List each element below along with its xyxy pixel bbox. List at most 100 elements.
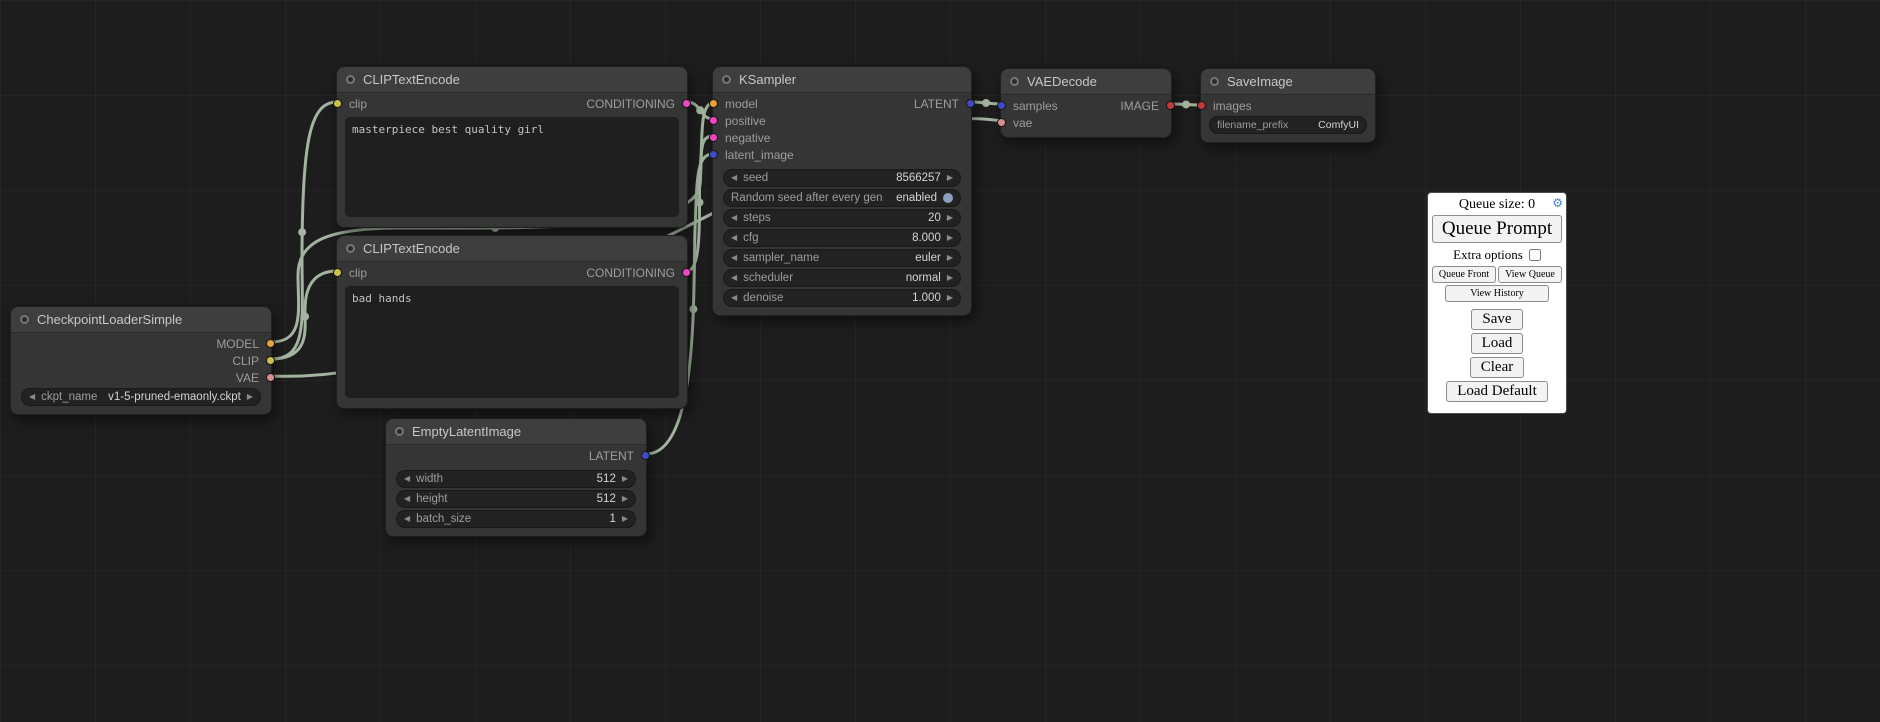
node-title-bar[interactable]: KSampler [713,67,971,93]
clip-output-dot-icon[interactable] [266,356,275,365]
increment-arrow-icon[interactable]: ▶ [947,174,953,182]
conditioning-output-dot-icon[interactable] [682,99,691,108]
input-slot-model[interactable]: model [713,97,758,111]
collapse-dot-icon[interactable] [20,315,29,324]
widget-cfg[interactable]: ◀ cfg 8.000 ▶ [723,229,961,247]
node-title-bar[interactable]: SaveImage [1201,69,1375,95]
input-slot-latent-image[interactable]: latent_image [713,148,794,162]
queue-front-button[interactable]: Queue Front [1432,266,1496,283]
output-slot-latent[interactable]: LATENT [914,97,971,111]
widget-scheduler[interactable]: ◀ scheduler normal ▶ [723,269,961,287]
negative-input-dot-icon[interactable] [709,133,718,142]
input-slot-negative[interactable]: negative [713,131,770,145]
clear-button[interactable]: Clear [1470,357,1524,378]
output-slot-vae[interactable]: VAE [236,371,271,385]
model-input-dot-icon[interactable] [709,99,718,108]
output-slot-model[interactable]: MODEL [216,337,271,351]
output-slot-latent[interactable]: LATENT [589,449,646,463]
widget-ckpt-name[interactable]: ◀ ckpt_name v1-5-pruned-emaonly.ckpt ▶ [21,388,261,406]
load-default-button[interactable]: Load Default [1446,381,1548,402]
increment-arrow-icon[interactable]: ▶ [947,294,953,302]
queue-prompt-button[interactable]: Queue Prompt [1432,215,1562,243]
image-output-dot-icon[interactable] [1166,101,1175,110]
decrement-arrow-icon[interactable]: ◀ [404,495,410,503]
input-slot-images[interactable]: images [1201,99,1252,113]
extra-options-checkbox[interactable] [1529,249,1541,261]
node-cliptextencode-negative[interactable]: CLIPTextEncode clip CONDITIONING bad han… [336,235,688,409]
widget-filename-prefix[interactable]: filename_prefix ComfyUI [1209,116,1367,134]
prompt-textarea[interactable]: bad hands [345,286,679,398]
input-slot-positive[interactable]: positive [713,114,766,128]
widget-random-seed-toggle[interactable]: Random seed after every gen enabled [723,189,961,207]
widget-steps[interactable]: ◀ steps 20 ▶ [723,209,961,227]
increment-arrow-icon[interactable]: ▶ [622,515,628,523]
decrement-arrow-icon[interactable]: ◀ [731,254,737,262]
collapse-dot-icon[interactable] [1210,77,1219,86]
increment-arrow-icon[interactable]: ▶ [947,214,953,222]
node-checkpointloadersimple[interactable]: CheckpointLoaderSimple MODEL CLIP VAE ◀ … [10,306,272,415]
collapse-dot-icon[interactable] [1010,77,1019,86]
node-title-bar[interactable]: VAEDecode [1001,69,1171,95]
clip-input-dot-icon[interactable] [333,268,342,277]
widget-denoise[interactable]: ◀ denoise 1.000 ▶ [723,289,961,307]
node-ksampler[interactable]: KSampler model LATENT positive negative … [712,66,972,316]
load-button[interactable]: Load [1471,333,1524,354]
output-slot-conditioning[interactable]: CONDITIONING [586,97,687,111]
node-emptylatentimage[interactable]: EmptyLatentImage LATENT ◀ width 512 ▶ ◀ … [385,418,647,537]
node-cliptextencode-positive[interactable]: CLIPTextEncode clip CONDITIONING masterp… [336,66,688,228]
node-title-bar[interactable]: CLIPTextEncode [337,236,687,262]
node-title-bar[interactable]: CLIPTextEncode [337,67,687,93]
collapse-dot-icon[interactable] [722,75,731,84]
increment-arrow-icon[interactable]: ▶ [947,254,953,262]
widget-width[interactable]: ◀ width 512 ▶ [396,470,636,488]
output-slot-image[interactable]: IMAGE [1120,99,1171,113]
latent-input-dot-icon[interactable] [709,150,718,159]
view-history-button[interactable]: View History [1445,285,1549,302]
samples-input-dot-icon[interactable] [997,101,1006,110]
positive-input-dot-icon[interactable] [709,116,718,125]
settings-gear-icon[interactable]: ⚙ [1552,196,1563,211]
toggle-dot-icon[interactable] [943,193,953,203]
view-queue-button[interactable]: View Queue [1498,266,1562,283]
save-button[interactable]: Save [1471,309,1522,330]
increment-arrow-icon[interactable]: ▶ [947,274,953,282]
clip-input-dot-icon[interactable] [333,99,342,108]
widget-batch-size[interactable]: ◀ batch_size 1 ▶ [396,510,636,528]
images-input-dot-icon[interactable] [1197,101,1206,110]
widget-height[interactable]: ◀ height 512 ▶ [396,490,636,508]
collapse-dot-icon[interactable] [395,427,404,436]
increment-arrow-icon[interactable]: ▶ [622,475,628,483]
decrement-arrow-icon[interactable]: ◀ [29,393,35,401]
decrement-arrow-icon[interactable]: ◀ [404,475,410,483]
vae-output-dot-icon[interactable] [266,373,275,382]
output-slot-clip[interactable]: CLIP [232,354,271,368]
decrement-arrow-icon[interactable]: ◀ [731,174,737,182]
model-output-dot-icon[interactable] [266,339,275,348]
vae-input-dot-icon[interactable] [997,118,1006,127]
decrement-arrow-icon[interactable]: ◀ [731,234,737,242]
input-slot-clip[interactable]: clip [337,97,367,111]
conditioning-output-dot-icon[interactable] [682,268,691,277]
decrement-arrow-icon[interactable]: ◀ [731,214,737,222]
input-slot-samples[interactable]: samples [1001,99,1058,113]
collapse-dot-icon[interactable] [346,244,355,253]
decrement-arrow-icon[interactable]: ◀ [731,274,737,282]
node-saveimage[interactable]: SaveImage images filename_prefix ComfyUI [1200,68,1376,143]
node-vaedecode[interactable]: VAEDecode samples IMAGE vae [1000,68,1172,138]
increment-arrow-icon[interactable]: ▶ [247,393,253,401]
output-slot-conditioning[interactable]: CONDITIONING [586,266,687,280]
increment-arrow-icon[interactable]: ▶ [622,495,628,503]
latent-output-dot-icon[interactable] [966,99,975,108]
increment-arrow-icon[interactable]: ▶ [947,234,953,242]
collapse-dot-icon[interactable] [346,75,355,84]
widget-seed[interactable]: ◀ seed 8566257 ▶ [723,169,961,187]
widget-sampler-name[interactable]: ◀ sampler_name euler ▶ [723,249,961,267]
node-title-bar[interactable]: CheckpointLoaderSimple [11,307,271,333]
prompt-textarea[interactable]: masterpiece best quality girl [345,117,679,217]
decrement-arrow-icon[interactable]: ◀ [731,294,737,302]
latent-output-dot-icon[interactable] [641,451,650,460]
node-title-bar[interactable]: EmptyLatentImage [386,419,646,445]
input-slot-vae[interactable]: vae [1001,116,1032,130]
input-slot-clip[interactable]: clip [337,266,367,280]
decrement-arrow-icon[interactable]: ◀ [404,515,410,523]
